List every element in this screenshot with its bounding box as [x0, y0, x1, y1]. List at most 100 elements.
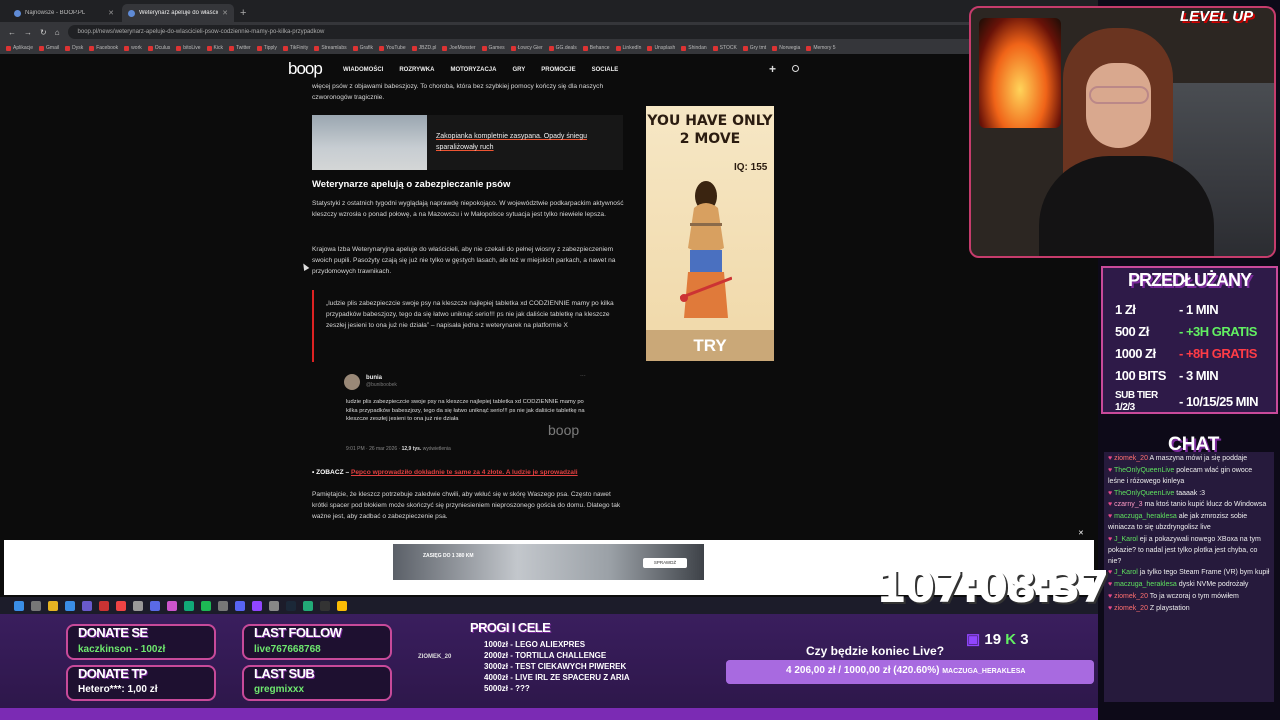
excel-icon[interactable]	[303, 600, 313, 611]
bookmark-item[interactable]: Oculus	[147, 45, 170, 51]
chat-username[interactable]: TheOnlyQueenLive	[1114, 467, 1174, 474]
nav-item-promocje[interactable]: PROMOCJE	[541, 67, 575, 73]
bookmark-label: Facebook	[96, 45, 119, 51]
chrome-icon[interactable]	[337, 600, 347, 611]
bookmark-item[interactable]: Behance	[582, 45, 610, 51]
nav-item-gry[interactable]: GRY	[512, 67, 525, 73]
bookmark-label: Memory 5	[813, 45, 836, 51]
app-icon[interactable]	[133, 600, 143, 611]
subathon-amount: 1000 Zł	[1115, 346, 1156, 361]
bookmark-item[interactable]: Facebook	[89, 45, 118, 51]
bookmark-item[interactable]: Norwegia	[772, 45, 800, 51]
webcam-frame	[969, 6, 1276, 258]
bookmark-item[interactable]: GG.deals	[548, 45, 577, 51]
bookmark-item[interactable]: bitoLive	[176, 45, 201, 51]
bookmark-item[interactable]: Shindan	[681, 45, 707, 51]
bookmark-item[interactable]: Memory 5	[806, 45, 836, 51]
subathon-value: - 10/15/25 MIN	[1179, 394, 1259, 409]
plus-icon[interactable]: +	[769, 62, 776, 76]
bookmark-item[interactable]: STOCK	[712, 45, 737, 51]
chat-message: ♥ czarny_3 ma ktoś tanio kupić klucz do …	[1108, 500, 1270, 511]
related-article-card[interactable]: Zakopianka kompletnie zasypana. Opady śn…	[312, 115, 623, 170]
store-icon[interactable]	[65, 600, 75, 611]
app-icon[interactable]	[99, 600, 109, 611]
goal-item: 3000zł - TEST CIEKAWYCH PIWEREK	[484, 662, 627, 671]
donate-tp-label: DONATE TP	[78, 666, 147, 681]
steam-icon[interactable]	[286, 600, 296, 611]
twitch-icon[interactable]	[252, 600, 262, 611]
obs-icon[interactable]	[320, 600, 330, 611]
close-tab-icon[interactable]: ✕	[108, 9, 114, 17]
search-icon[interactable]	[792, 65, 799, 72]
bookmark-label: bitoLive	[183, 45, 201, 51]
back-icon[interactable]: ←	[8, 28, 16, 37]
app-icon[interactable]	[269, 600, 279, 611]
bookmark-label: Łowcy Gier	[517, 45, 543, 51]
discord-icon[interactable]	[235, 600, 245, 611]
nav-item-motoryzacja[interactable]: MOTORYZACJA	[450, 67, 496, 73]
bookmark-item[interactable]: Łowcy Gier	[510, 45, 543, 51]
xbox-icon[interactable]	[184, 600, 194, 611]
bookmark-item[interactable]: Kick	[206, 45, 223, 51]
close-tab-icon[interactable]: ✕	[222, 9, 228, 17]
subathon-row: 100 BITS - 3 MIN	[1115, 368, 1219, 383]
bookmark-item[interactable]: Aplikacje	[6, 45, 33, 51]
bookmark-label: Tipply	[263, 45, 277, 51]
tab-article[interactable]: Weterynarz apeluje do właściciel ✕	[122, 4, 234, 22]
ad-cta-button[interactable]: TRY	[646, 330, 774, 361]
chat-username[interactable]: maczuga_heraklesa	[1114, 581, 1177, 588]
bookmark-item[interactable]: Unsplash	[647, 45, 675, 51]
bookmark-item[interactable]: TikFinity	[282, 45, 308, 51]
home-icon[interactable]: ⌂	[55, 28, 60, 37]
bookmark-item[interactable]: work	[124, 45, 142, 51]
car-ad-cta-button[interactable]: SPRAWDŹ	[643, 558, 687, 568]
chat-username[interactable]: J_Karol	[1114, 536, 1138, 543]
calculator-icon[interactable]	[82, 600, 92, 611]
bookmark-item[interactable]: Grafik	[352, 45, 373, 51]
bookmark-item[interactable]: JoeMonster	[442, 45, 476, 51]
url-input[interactable]: boop.pl/news/weterynarz-apeluje-do-wlasc…	[67, 25, 1090, 39]
app-icon[interactable]	[167, 600, 177, 611]
file-explorer-icon[interactable]	[48, 600, 58, 611]
more-icon[interactable]: ···	[580, 372, 586, 381]
nav-item-sociale[interactable]: SOCIALE	[592, 67, 619, 73]
game-ad[interactable]: YOU HAVE ONLY 2 MOVE IQ: 155 TRY	[646, 106, 774, 361]
bookmark-item[interactable]: LinkedIn	[615, 45, 641, 51]
app-icon[interactable]	[218, 600, 228, 611]
app-icon[interactable]	[150, 600, 160, 611]
tweet-author-handle: @buniboobek	[366, 382, 397, 388]
bookmark-item[interactable]: YouTube	[378, 45, 406, 51]
nav-item-wiadomosci[interactable]: WIADOMOŚCI	[343, 67, 383, 73]
spotify-icon[interactable]	[201, 600, 211, 611]
chat-username[interactable]: ziomek_20	[1114, 455, 1148, 462]
bookmark-item[interactable]: Games	[481, 45, 505, 51]
bookmark-item[interactable]: Gry tmt	[742, 45, 766, 51]
forward-icon[interactable]: →	[24, 28, 32, 37]
close-ad-icon[interactable]: ✕	[1078, 529, 1084, 537]
embedded-tweet[interactable]: bunia @buniboobek ··· ludzie plis zabezp…	[344, 372, 594, 457]
chat-username[interactable]: czarny_3	[1114, 501, 1142, 508]
site-logo[interactable]: boop	[288, 59, 323, 79]
new-tab-icon[interactable]: +	[240, 4, 246, 22]
nav-item-rozrywka[interactable]: ROZRYWKA	[399, 67, 434, 73]
bookmark-item[interactable]: Twitter	[228, 45, 251, 51]
tab-najnowsze[interactable]: Najnowsze - BOOP.PL ✕	[8, 4, 120, 22]
app-icon[interactable]	[116, 600, 126, 611]
bookmark-item[interactable]: Streamlabs	[314, 45, 347, 51]
chat-username[interactable]: maczuga_heraklesa	[1114, 513, 1177, 520]
car-ad-banner[interactable]: ZASIĘG DO 1 380 KM SPRAWDŹ	[393, 544, 704, 580]
see-also-link[interactable]: Pepco wprowadziło dokładnie te same za 4…	[351, 469, 578, 476]
search-taskbar-icon[interactable]	[31, 600, 41, 611]
bookmark-item[interactable]: Dysk	[65, 45, 83, 51]
bookmark-item[interactable]: Gmail	[39, 45, 59, 51]
chat-username[interactable]: ziomek_20	[1114, 605, 1148, 612]
chat-username[interactable]: J_Karol	[1114, 569, 1138, 576]
chat-username[interactable]: TheOnlyQueenLive	[1114, 490, 1174, 497]
bookmark-item[interactable]: JBZD.pl	[411, 45, 436, 51]
reload-icon[interactable]: ↻	[40, 28, 47, 37]
windows-start-icon[interactable]	[14, 600, 24, 611]
chat-username[interactable]: ziomek_20	[1114, 593, 1148, 600]
bookmark-item[interactable]: Tipply	[256, 45, 277, 51]
streamer-face	[1086, 63, 1151, 148]
related-article-title[interactable]: Zakopianka kompletnie zasypana. Opady śn…	[436, 131, 616, 153]
